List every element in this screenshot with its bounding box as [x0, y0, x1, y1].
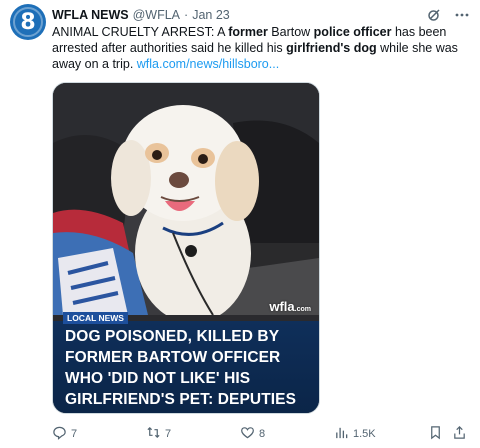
- tweet-plain-text: Bartow: [267, 25, 314, 39]
- views-button[interactable]: 1.5K: [334, 425, 376, 443]
- bookmark-button[interactable]: [428, 425, 443, 443]
- share-icon: [452, 425, 467, 443]
- headline-line: FORMER BARTOW OFFICER: [65, 349, 281, 366]
- like-count: 8: [259, 428, 266, 440]
- action-bar: 7 7 8 1.5K: [52, 424, 467, 444]
- station-watermark: wfla.com: [269, 299, 311, 314]
- media-card[interactable]: LOCAL NEWS wfla.com DOG POISONED, KILLED…: [52, 82, 320, 414]
- reply-button[interactable]: 7: [52, 425, 77, 443]
- headline-line: DOG POISONED, KILLED BY: [65, 328, 280, 345]
- separator: ·: [184, 8, 189, 22]
- grok-icon[interactable]: [426, 7, 442, 23]
- headline-line: GIRLFRIEND'S PET: DEPUTIES: [65, 391, 297, 408]
- display-name[interactable]: WFLA NEWS: [52, 8, 129, 22]
- repost-icon: [146, 425, 161, 443]
- bookmark-icon: [428, 425, 443, 443]
- tweet-header: WFLA NEWS @WFLA · Jan 23: [52, 6, 470, 24]
- tweet-link[interactable]: wfla.com/news/hillsboro...: [137, 57, 279, 71]
- more-icon[interactable]: [454, 7, 470, 23]
- headline-line: WHO 'DID NOT LIKE' HIS: [65, 370, 251, 387]
- tweet-bold-text: police officer: [313, 25, 392, 39]
- headline: DOG POISONED, KILLED BY FORMER BARTOW OF…: [65, 326, 313, 410]
- reply-count: 7: [71, 428, 78, 440]
- watermark-suffix: .com: [294, 306, 311, 313]
- tweet-plain-text: ANIMAL CRUELTY ARREST: A: [52, 25, 229, 39]
- share-button[interactable]: [452, 425, 467, 443]
- views-icon: [334, 425, 349, 443]
- repost-count: 7: [165, 428, 172, 440]
- user-handle[interactable]: @WFLA: [133, 8, 180, 22]
- timestamp[interactable]: Jan 23: [192, 8, 230, 22]
- views-count: 1.5K: [353, 428, 376, 440]
- like-icon: [240, 425, 255, 443]
- reply-icon: [52, 425, 67, 443]
- like-button[interactable]: 8: [240, 425, 265, 443]
- tweet-text: ANIMAL CRUELTY ARREST: A former Bartow p…: [52, 24, 462, 72]
- repost-button[interactable]: 7: [146, 425, 171, 443]
- tweet-bold-text: girlfriend's dog: [286, 41, 377, 55]
- dog-photo: [53, 83, 319, 315]
- local-news-badge: LOCAL NEWS: [63, 312, 128, 324]
- watermark-text: wfla: [269, 299, 295, 314]
- avatar[interactable]: 8: [10, 4, 46, 40]
- tweet-bold-text: former: [228, 25, 268, 39]
